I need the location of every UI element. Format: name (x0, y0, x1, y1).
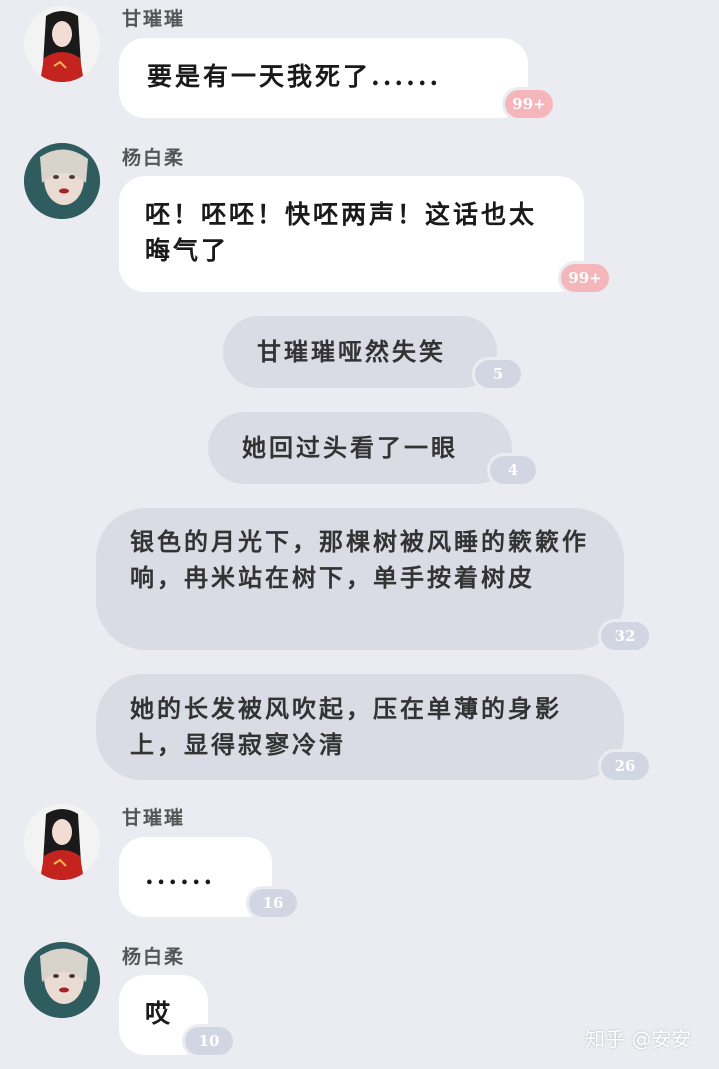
narration-bubble[interactable]: 她回过头看了一眼 (208, 412, 512, 484)
comment-count-badge[interactable]: 26 (598, 749, 652, 783)
comment-count-badge[interactable]: 16 (246, 886, 300, 920)
avatar-gan[interactable] (24, 804, 100, 880)
narration-text: 甘璀璀哑然失笑 (257, 337, 446, 366)
narration-text: 她回过头看了一眼 (242, 433, 458, 462)
comment-count-badge[interactable]: 4 (487, 453, 539, 487)
portrait-girl-red-icon (24, 6, 100, 82)
comment-count-badge[interactable]: 10 (182, 1024, 236, 1058)
message-text: 呸！呸呸！快呸两声！这话也太晦气了 (145, 200, 538, 265)
message-bubble[interactable]: 呸！呸呸！快呸两声！这话也太晦气了 (119, 176, 584, 292)
narration-bubble[interactable]: 银色的月光下，那棵树被风睡的簌簌作响，冉米站在树下，单手按着树皮 (96, 508, 624, 650)
avatar-yang[interactable] (24, 143, 100, 219)
portrait-girl-red-icon (24, 804, 100, 880)
sender-name: 杨白柔 (122, 147, 186, 169)
sender-name: 甘璀璀 (122, 807, 186, 829)
message-text: ...... (145, 861, 216, 890)
narration-text: 她的长发被风吹起，压在单薄的身影上，显得寂寥冷清 (130, 694, 562, 759)
comment-count-badge[interactable]: 99+ (502, 87, 556, 121)
sender-name: 杨白柔 (122, 946, 186, 968)
avatar-yang[interactable] (24, 942, 100, 1018)
avatar-gan[interactable] (24, 6, 100, 82)
narration-bubble[interactable]: 甘璀璀哑然失笑 (223, 316, 497, 388)
message-text: 要是有一天我死了...... (147, 62, 442, 91)
message-text: 哎 (145, 999, 174, 1028)
portrait-woman-teal-icon (24, 143, 100, 219)
comment-count-badge[interactable]: 32 (598, 619, 652, 653)
narration-bubble[interactable]: 她的长发被风吹起，压在单薄的身影上，显得寂寥冷清 (96, 674, 624, 780)
comment-count-badge[interactable]: 99+ (558, 261, 612, 295)
sender-name: 甘璀璀 (122, 8, 186, 30)
watermark: 知乎 @安安 (585, 1027, 692, 1051)
comment-count-badge[interactable]: 5 (472, 357, 524, 391)
message-bubble[interactable]: 要是有一天我死了...... (119, 38, 528, 118)
narration-text: 银色的月光下，那棵树被风睡的簌簌作响，冉米站在树下，单手按着树皮 (130, 527, 589, 592)
portrait-woman-teal-icon (24, 942, 100, 1018)
